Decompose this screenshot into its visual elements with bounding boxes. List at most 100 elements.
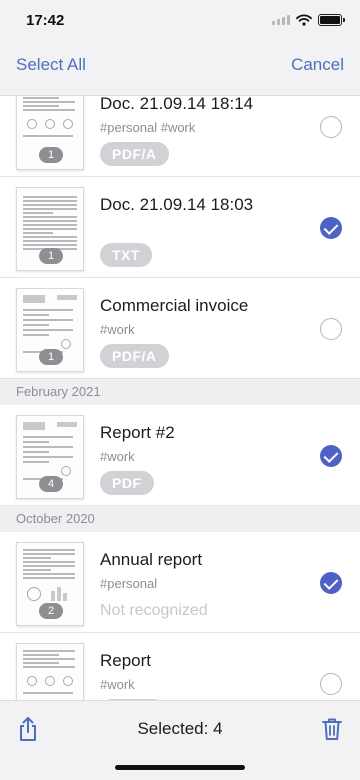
thumbnail-mark [23,549,75,551]
thumbnail-mark [23,204,77,206]
thumbnail-mark [63,593,67,601]
thumbnail-mark [23,135,73,137]
thumbnail-mark [57,295,77,300]
document-title: Report [100,651,152,670]
document-thumbnail: 1 [16,288,84,372]
thumbnail-mark [23,334,49,336]
thumbnail-mark [23,109,75,111]
thumbnail-mark [23,692,73,694]
document-title: Report #2 [100,423,175,442]
thumbnail-mark [27,676,37,686]
thumbnail-mark [23,557,51,559]
thumbnail-mark [23,441,49,443]
thumbnail-mark [23,240,77,242]
document-thumbnail: 1 [16,187,84,271]
document-title: Commercial invoice [100,296,249,315]
thumbnail-mark [27,587,41,601]
nav-bar: Select All Cancel [0,44,360,96]
section-header: February 2021 [0,379,360,405]
thumbnail-mark [57,422,77,427]
checkmark-selected-icon[interactable] [320,217,342,239]
document-list-content: 1 Doc. 21.09.14 18:14 #personal #work PDF/A… [0,96,360,700]
document-row[interactable]: 1 Doc. 21.09.14 18:03 TXT [0,177,360,278]
thumbnail-mark [27,119,37,129]
document-title: Doc. 21.09.14 18:14 [100,96,254,113]
thumbnail-mark [23,97,59,99]
page-count-badge: 2 [39,603,63,619]
thumbnail-mark [23,314,49,316]
thumbnail-mark [23,650,75,652]
thumbnail-mark [63,119,73,129]
thumbnail-mark [23,208,77,210]
format-badge: PDF [100,471,154,495]
page-count-badge: 1 [39,147,63,163]
thumbnail-mark [23,244,77,246]
thumbnail-mark [23,461,49,463]
thumbnail-mark [23,456,73,458]
thumbnail-mark [23,212,53,214]
home-indicator [115,765,245,770]
status-icons [272,14,345,26]
thumbnail-mark [45,676,55,686]
document-title: Annual report [100,550,203,569]
thumbnail-mark [23,101,75,103]
thumbnail-mark [57,587,61,601]
thumbnail-mark [45,119,55,129]
format-badge: Not recognized [100,602,208,619]
page-count-badge: 4 [39,476,63,492]
thumbnail-mark [23,451,49,453]
thumbnail-mark [61,466,71,476]
document-row[interactable]: 2 Annual report #personal Not recognized [0,532,360,633]
document-row[interactable]: 1Report#workDOCX [0,633,360,700]
thumbnail-mark [23,200,77,202]
wifi-icon [296,14,312,26]
thumbnail-mark [23,236,77,238]
checkmark-selected-icon[interactable] [320,445,342,467]
document-tags: #work [100,449,135,464]
delete-button[interactable] [318,715,346,743]
checkmark-unselected-icon[interactable] [320,318,342,340]
page-count-badge: 1 [39,248,63,264]
document-tags: #personal #work [100,120,196,135]
thumbnail-mark [23,654,59,656]
trash-icon [322,718,342,740]
document-thumbnail: 2 [16,542,84,626]
thumbnail-mark [23,662,59,664]
checkmark-unselected-icon[interactable] [320,673,342,695]
format-badge: PDF/A [100,344,169,368]
thumbnail-mark [63,676,73,686]
thumbnail-mark [23,105,59,107]
document-list[interactable]: 1 Doc. 21.09.14 18:14 #personal #work PDF/A… [0,96,360,700]
thumbnail-mark [23,228,77,230]
document-row[interactable]: 1 Doc. 21.09.14 18:14 #personal #work PDF/A [0,96,360,177]
thumbnail-mark [23,324,49,326]
thumbnail-mark [23,666,75,668]
section-header: October 2020 [0,506,360,532]
thumbnail-mark [23,573,75,575]
page-count-badge: 1 [39,349,63,365]
checkmark-unselected-icon[interactable] [320,116,342,138]
thumbnail-mark [23,319,73,321]
thumbnail-mark [23,295,45,303]
thumbnail-mark [23,569,51,571]
thumbnail-mark [23,565,75,567]
status-time: 17:42 [26,12,65,29]
thumbnail-mark [51,591,55,601]
document-row[interactable]: 1 Commercial invoice #work PDF/A [0,278,360,379]
thumbnail-mark [23,446,73,448]
cancel-button[interactable]: Cancel [291,55,344,75]
cellular-signal-icon [272,15,290,25]
select-all-button[interactable]: Select All [16,55,86,75]
selected-count: Selected: 4 [137,719,223,738]
document-tags: #personal [100,576,158,591]
thumbnail-mark [23,216,77,218]
document-thumbnail: 4 [16,415,84,499]
document-thumbnail: 1 [16,643,84,700]
document-thumbnail: 1 [16,96,84,170]
checkmark-selected-icon[interactable] [320,572,342,594]
document-tags: #work [100,322,135,337]
document-row[interactable]: 4 Report #2 #work PDF [0,405,360,506]
thumbnail-mark [23,436,73,438]
thumbnail-mark [23,553,75,555]
thumbnail-mark [23,309,73,311]
